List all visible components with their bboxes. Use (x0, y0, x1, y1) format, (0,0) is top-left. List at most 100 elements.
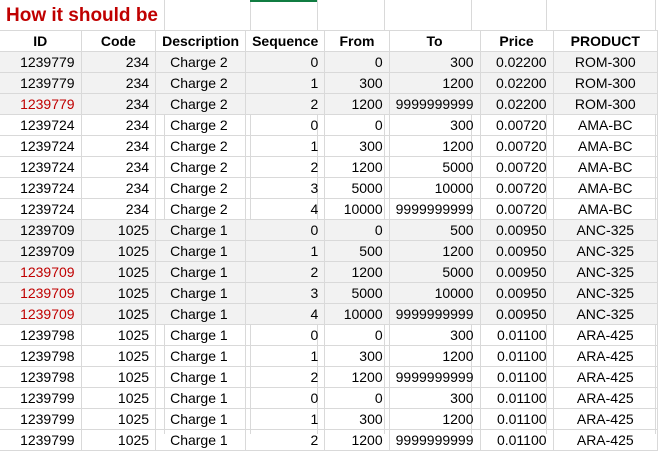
cell-description[interactable]: Charge 1 (155, 303, 247, 325)
cell-sequence[interactable]: 1 (245, 72, 326, 94)
cell-sequence[interactable]: 1 (245, 240, 326, 262)
cell-price[interactable]: 0.00720 (480, 114, 554, 136)
cell-product[interactable]: AMA-BC (553, 135, 658, 157)
cell-code[interactable]: 234 (81, 114, 157, 136)
cell-price[interactable]: 0.00950 (480, 282, 554, 304)
cell-sequence[interactable]: 2 (245, 366, 326, 388)
cell-product[interactable]: AMA-BC (553, 198, 658, 220)
header-from[interactable]: From (324, 31, 390, 52)
cell-to[interactable]: 1200 (389, 72, 481, 94)
cell-sequence[interactable]: 0 (245, 387, 326, 409)
cell-sequence[interactable]: 0 (245, 324, 326, 346)
cell-from[interactable]: 0 (324, 387, 390, 409)
cell-code[interactable]: 1025 (81, 261, 157, 283)
cell-price[interactable]: 0.01100 (480, 408, 554, 430)
cell-description[interactable]: Charge 1 (155, 324, 247, 346)
cell-to[interactable]: 300 (389, 51, 481, 73)
cell-id[interactable]: 1239779 (0, 93, 82, 115)
cell-product[interactable]: ANC-325 (553, 303, 658, 325)
header-to[interactable]: To (389, 31, 481, 52)
cell-from[interactable]: 1200 (324, 261, 390, 283)
cell-from[interactable]: 1200 (324, 366, 390, 388)
cell-to[interactable]: 10000 (389, 177, 481, 199)
cell-sequence[interactable]: 1 (245, 135, 326, 157)
cell-to[interactable]: 300 (389, 114, 481, 136)
cell-code[interactable]: 1025 (81, 366, 157, 388)
cell-code[interactable]: 234 (81, 177, 157, 199)
cell-id[interactable]: 1239779 (0, 51, 82, 73)
cell-price[interactable]: 0.00950 (480, 303, 554, 325)
cell-description[interactable]: Charge 1 (155, 408, 247, 430)
cell-price[interactable]: 0.01100 (480, 324, 554, 346)
cell-code[interactable]: 234 (81, 198, 157, 220)
cell-code[interactable]: 1025 (81, 387, 157, 409)
cell-sequence[interactable]: 2 (245, 93, 326, 115)
cell-id[interactable]: 1239709 (0, 240, 82, 262)
cell-product[interactable]: ANC-325 (553, 240, 658, 262)
cell-price[interactable]: 0.02200 (480, 51, 554, 73)
cell-from[interactable]: 0 (324, 114, 390, 136)
cell-to[interactable]: 1200 (389, 408, 481, 430)
cell-id[interactable]: 1239798 (0, 324, 82, 346)
cell-sequence[interactable]: 4 (245, 198, 326, 220)
cell-code[interactable]: 1025 (81, 408, 157, 430)
cell-product[interactable]: AMA-BC (553, 177, 658, 199)
cell-to[interactable]: 9999999999 (389, 198, 481, 220)
cell-code[interactable]: 1025 (81, 240, 157, 262)
cell-from[interactable]: 10000 (324, 303, 390, 325)
header-description[interactable]: Description (155, 31, 247, 52)
cell-code[interactable]: 1025 (81, 345, 157, 367)
cell-code[interactable]: 234 (81, 93, 157, 115)
cell-price[interactable]: 0.00720 (480, 198, 554, 220)
cell-price[interactable]: 0.00950 (480, 240, 554, 262)
cell-product[interactable]: ARA-425 (553, 387, 658, 409)
cell-code[interactable]: 1025 (81, 219, 157, 241)
cell-id[interactable]: 1239798 (0, 345, 82, 367)
cell-to[interactable]: 9999999999 (389, 93, 481, 115)
cell-from[interactable]: 5000 (324, 282, 390, 304)
cell-to[interactable]: 300 (389, 324, 481, 346)
cell-sequence[interactable]: 0 (245, 219, 326, 241)
cell-from[interactable]: 0 (324, 219, 390, 241)
cell-price[interactable]: 0.00950 (480, 261, 554, 283)
cell-from[interactable]: 10000 (324, 198, 390, 220)
cell-product[interactable]: AMA-BC (553, 114, 658, 136)
header-id[interactable]: ID (0, 31, 82, 52)
cell-product[interactable]: ARA-425 (553, 429, 658, 451)
cell-id[interactable]: 1239724 (0, 135, 82, 157)
cell-id[interactable]: 1239799 (0, 408, 82, 430)
cell-to[interactable]: 9999999999 (389, 303, 481, 325)
cell-to[interactable]: 5000 (389, 156, 481, 178)
cell-description[interactable]: Charge 1 (155, 366, 247, 388)
cell-code[interactable]: 1025 (81, 303, 157, 325)
cell-sequence[interactable]: 1 (245, 345, 326, 367)
cell-sequence[interactable]: 0 (245, 114, 326, 136)
cell-from[interactable]: 1200 (324, 429, 390, 451)
cell-description[interactable]: Charge 1 (155, 240, 247, 262)
header-price[interactable]: Price (480, 31, 554, 52)
cell-to[interactable]: 500 (389, 219, 481, 241)
cell-price[interactable]: 0.02200 (480, 93, 554, 115)
cell-description[interactable]: Charge 1 (155, 282, 247, 304)
cell-sequence[interactable]: 1 (245, 408, 326, 430)
cell-id[interactable]: 1239709 (0, 303, 82, 325)
cell-code[interactable]: 234 (81, 51, 157, 73)
cell-product[interactable]: ANC-325 (553, 282, 658, 304)
header-code[interactable]: Code (81, 31, 157, 52)
cell-description[interactable]: Charge 2 (155, 93, 247, 115)
cell-from[interactable]: 300 (324, 72, 390, 94)
cell-product[interactable]: ARA-425 (553, 345, 658, 367)
cell-product[interactable]: ARA-425 (553, 366, 658, 388)
cell-code[interactable]: 234 (81, 72, 157, 94)
cell-code[interactable]: 1025 (81, 324, 157, 346)
cell-from[interactable]: 1200 (324, 93, 390, 115)
cell-price[interactable]: 0.02200 (480, 72, 554, 94)
cell-product[interactable]: ROM-300 (553, 93, 658, 115)
cell-id[interactable]: 1239709 (0, 219, 82, 241)
cell-product[interactable]: AMA-BC (553, 156, 658, 178)
cell-description[interactable]: Charge 1 (155, 219, 247, 241)
cell-from[interactable]: 1200 (324, 156, 390, 178)
cell-to[interactable]: 1200 (389, 345, 481, 367)
cell-code[interactable]: 1025 (81, 282, 157, 304)
cell-to[interactable]: 5000 (389, 261, 481, 283)
